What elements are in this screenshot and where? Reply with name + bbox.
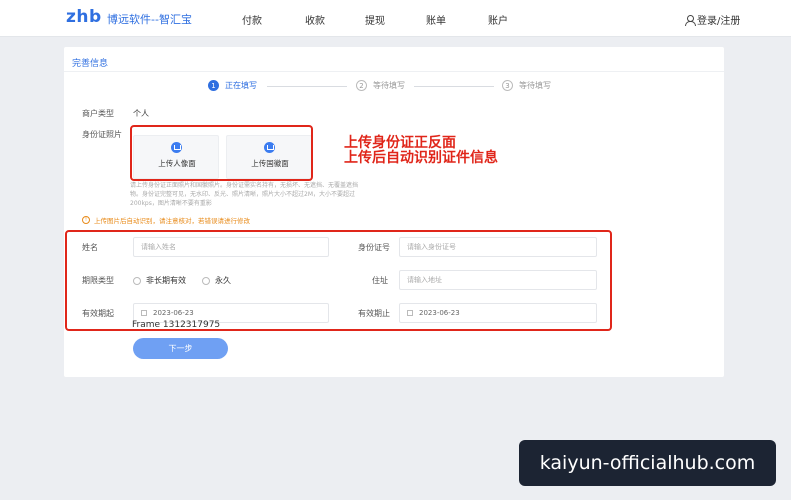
step-1-label: 正在填写 [225,81,257,90]
step-2-number: 2 [356,80,367,91]
brand-logo[interactable]: zhb [66,7,102,27]
step-1: 1 正在填写 [208,80,257,91]
step-3-number: 3 [502,80,513,91]
watermark-banner: kaiyun-officialhub.com [519,440,776,486]
step-2: 2 等待填写 [356,80,405,91]
login-register-label: 登录/注册 [697,16,741,27]
merchant-type-label: 商户类型 [82,109,114,118]
next-step-button[interactable]: 下一步 [133,338,228,359]
title-divider [64,71,724,72]
annotation-upload-box [130,125,313,181]
login-register-link[interactable]: 登录/注册 [685,12,740,27]
top-navigation-bar: zhb 博远软件--智汇宝 付款 收款 提现 账单 账户 登录/注册 [0,0,791,37]
annotation-form-box [65,230,612,331]
nav-item-account[interactable]: 账户 [488,12,508,27]
merchant-type-value: 个人 [133,109,149,118]
step-3-label: 等待填写 [519,81,551,90]
brand-name: 博远软件--智汇宝 [107,13,192,26]
annotation-line-2: 上传后自动识别证件信息 [344,150,498,166]
step-3: 3 等待填写 [502,80,551,91]
nav-item-withdraw[interactable]: 提现 [365,12,385,27]
warning-icon: ! [82,216,90,224]
warning-text: 上传图片后自动识别，请注意核对，若错误请进行修改 [94,217,250,225]
step-connector-2 [414,86,494,87]
nav-item-payment[interactable]: 付款 [242,12,262,27]
auto-recognize-warning: ! 上传图片后自动识别，请注意核对，若错误请进行修改 [82,215,250,225]
user-icon [685,14,696,26]
id-photo-label: 身份证照片 [82,130,122,139]
step-connector-1 [267,86,347,87]
step-2-label: 等待填写 [373,81,405,90]
nav-item-bills[interactable]: 账单 [426,12,446,27]
upload-hint-text: 请上传身份证正面照片和国徽照片。身份证需实名持有，无损坏、无遮挡、无覆盖遮挡物。… [130,182,359,207]
step-1-number: 1 [208,80,219,91]
nav-item-receive[interactable]: 收款 [305,12,325,27]
card-title: 完善信息 [72,59,109,69]
